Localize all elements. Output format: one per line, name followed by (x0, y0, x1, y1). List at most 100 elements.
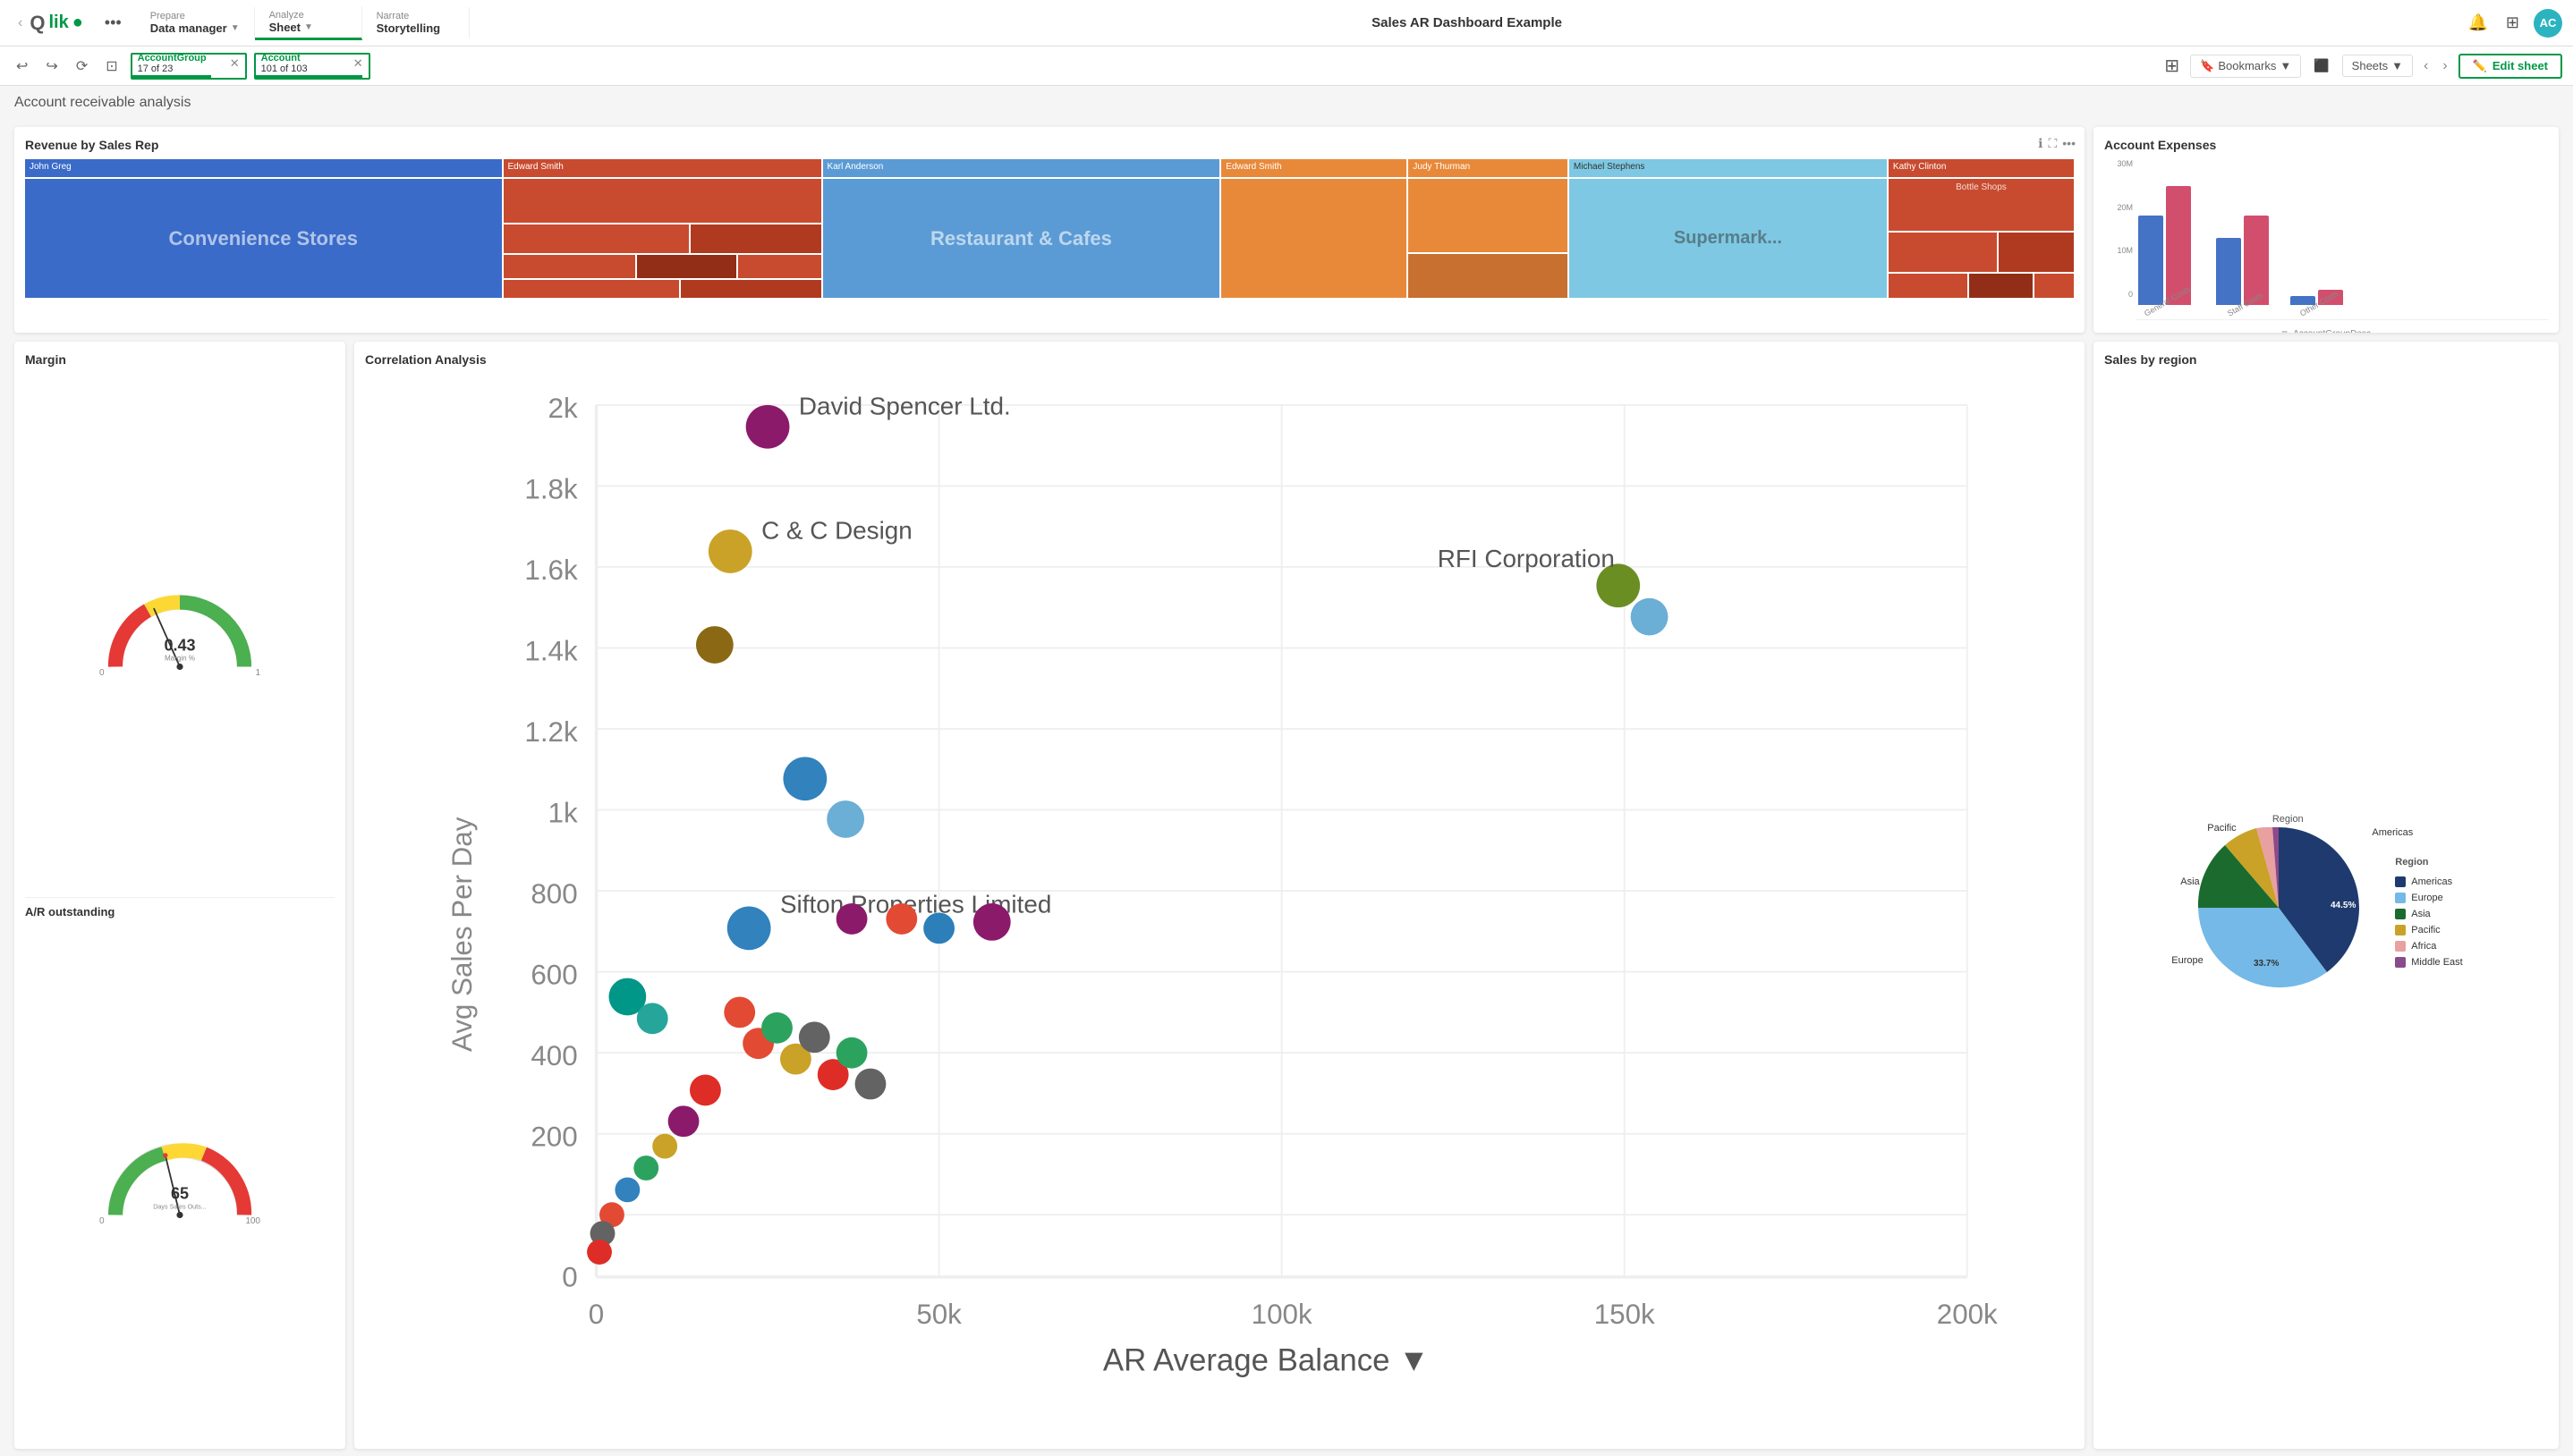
point-red1[interactable] (886, 903, 917, 935)
rep-label-3: Karl Anderson (823, 159, 1220, 177)
tm-block-7f (2034, 274, 2074, 298)
pie-wrapper: Region 44.5% 33.7% (2189, 805, 2386, 1002)
point-blue2[interactable] (827, 800, 864, 838)
svg-text:1.4k: 1.4k (524, 635, 578, 666)
nav-more-button[interactable]: ••• (98, 10, 129, 36)
p13[interactable] (615, 1177, 640, 1202)
svg-text:1k: 1k (548, 797, 578, 828)
filter-snapshot-icon[interactable]: ⊡ (100, 54, 123, 79)
region-card: Sales by region Region (2093, 342, 2559, 1449)
nav-narrate[interactable]: Narrate Storytelling (362, 7, 470, 38)
label-asia-pos: Asia (2180, 876, 2199, 887)
p1[interactable] (724, 996, 755, 1028)
p8[interactable] (855, 1069, 887, 1100)
prev-sheet-icon[interactable]: ‹ (2420, 55, 2432, 78)
legend-europe: Europe (2395, 893, 2462, 903)
expenses-card: Account Expenses 30M 20M 10M 0 General C… (2093, 127, 2559, 333)
tm-block-2a (504, 179, 821, 223)
svg-text:100k: 100k (1252, 1299, 1312, 1330)
account-chip[interactable]: Account 101 of 103 ✕ (254, 53, 370, 80)
grid-icon[interactable]: ⊞ (2502, 10, 2523, 36)
point-david[interactable] (746, 405, 790, 449)
svg-text:1.6k: 1.6k (524, 554, 578, 586)
p5[interactable] (799, 1021, 830, 1053)
tm-block-5a (1408, 179, 1567, 252)
p9[interactable] (690, 1075, 721, 1106)
info-icon[interactable]: ℹ (2038, 136, 2042, 151)
point-mag1[interactable] (973, 903, 1011, 941)
sheets-button[interactable]: Sheets ▼ (2342, 55, 2413, 77)
nav-back-button[interactable]: ‹ (11, 12, 30, 35)
point-dblue1[interactable] (923, 912, 955, 944)
ar-value-text: 65 (171, 1185, 189, 1203)
point-purple1[interactable] (836, 903, 868, 935)
svg-text:Avg Sales Per Day: Avg Sales Per Day (446, 817, 478, 1052)
tm-block-2c (691, 224, 820, 254)
cat-convenience: Convenience Stores (25, 179, 502, 298)
x-axis-label: AR Average Balance ▼ (1103, 1342, 1430, 1377)
treemap-col-5: Judy Thurman (1408, 159, 1567, 298)
account-group-filter[interactable]: AccountGroup 17 of 23 ✕ (131, 53, 247, 80)
filter-reset-icon[interactable]: ⟳ (71, 54, 93, 79)
avatar[interactable]: AC (2534, 9, 2562, 38)
legend-label: AccountGroupDesc (2293, 329, 2371, 334)
p3[interactable] (761, 1012, 793, 1044)
page-title: Account receivable analysis (0, 86, 2573, 120)
point-olive[interactable] (696, 626, 734, 664)
filter-back-icon[interactable]: ↩ (11, 54, 33, 79)
point-sifton[interactable] (727, 906, 771, 950)
svg-text:1.2k: 1.2k (524, 716, 578, 748)
treemap-col-2: Edward Smith (504, 159, 821, 298)
legend-middleeast: Middle East (2395, 957, 2462, 968)
account-filter[interactable]: Account 101 of 103 ✕ (254, 53, 370, 80)
expenses-legend: ≡ AccountGroupDesc (2104, 327, 2548, 333)
filter-forward-icon[interactable]: ↪ (40, 54, 63, 79)
bookmarks-button[interactable]: 🔖 Bookmarks ▼ (2190, 55, 2301, 78)
legend-dot-pacific (2395, 925, 2406, 935)
account-group-chip[interactable]: AccountGroup 17 of 23 ✕ (131, 53, 247, 80)
legend-asia: Asia (2395, 909, 2462, 919)
pie-legend: Region Americas Europe Asia Pacific (2395, 857, 2462, 968)
scatter-wrapper: 2k 1.8k 1.6k 1.4k 1.2k 1k 800 600 400 20… (365, 374, 2074, 1433)
point-rfi2[interactable] (1631, 598, 1669, 636)
bookmarks-label: Bookmarks (2218, 59, 2276, 72)
p10[interactable] (668, 1105, 700, 1137)
edit-sheet-button[interactable]: ✏️ Edit sheet (2458, 54, 2562, 79)
legend-dot-americas (2395, 876, 2406, 887)
p12[interactable] (633, 1155, 658, 1181)
edit-icon: ✏️ (2473, 59, 2487, 73)
notification-icon[interactable]: 🔔 (2464, 10, 2491, 36)
label-rfi: RFI Corporation (1438, 545, 1615, 572)
main-grid: Revenue by Sales Rep ℹ ⛶ ••• John Greg C… (0, 120, 2573, 1456)
p11[interactable] (652, 1134, 677, 1159)
sheets-icon[interactable]: ⬛ (2308, 55, 2334, 77)
nav-analyze[interactable]: Analyze Sheet ▼ (255, 6, 362, 40)
tm-block-7d (1889, 274, 1967, 298)
point-cc[interactable] (709, 529, 752, 573)
nav-prepare-sub: Data manager (150, 21, 227, 35)
p16[interactable] (587, 1240, 612, 1265)
nav-prepare[interactable]: Prepare Data manager ▼ (136, 7, 255, 38)
point-teal2[interactable] (637, 1003, 668, 1034)
svg-text:200: 200 (531, 1122, 577, 1153)
label-david: David Spencer Ltd. (799, 392, 1011, 419)
account-close[interactable]: ✕ (353, 56, 363, 71)
tm-block-7a: Bottle Shops (1889, 179, 2074, 231)
y-30m: 30M (2117, 159, 2133, 168)
more-icon[interactable]: ••• (2062, 136, 2076, 151)
account-group-label: AccountGroup (138, 53, 225, 63)
account-group-value: 17 of 23 (138, 63, 225, 74)
p7[interactable] (836, 1037, 868, 1069)
rep-label-4: Edward Smith (1221, 159, 1406, 177)
legend-dot-europe (2395, 893, 2406, 903)
svg-text:0: 0 (562, 1261, 577, 1292)
margin-min: 0 (99, 668, 105, 678)
grid-layout-icon[interactable]: ⊞ (2161, 51, 2183, 80)
revenue-toolbar: ℹ ⛶ ••• (2038, 136, 2076, 151)
account-value: 101 of 103 (261, 63, 348, 74)
expand-icon[interactable]: ⛶ (2048, 136, 2057, 151)
next-sheet-icon[interactable]: › (2439, 55, 2450, 78)
y-0: 0 (2128, 290, 2133, 299)
point-blue1[interactable] (783, 757, 827, 800)
account-group-close[interactable]: ✕ (230, 56, 240, 71)
